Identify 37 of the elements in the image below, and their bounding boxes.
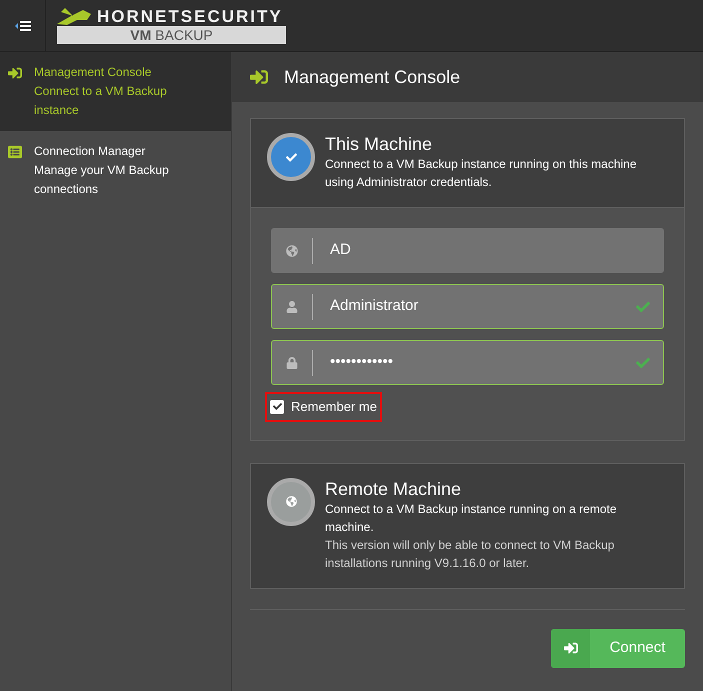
item-subtitle: Connect to a VM Backup instance [34, 83, 168, 119]
field-value: •••••••••••• [330, 352, 394, 372]
globe-icon [286, 244, 298, 256]
sidebar-item[interactable]: Management Console Connect to a VM Backup instance [0, 52, 231, 131]
check-icon [286, 152, 296, 162]
field-value: AD [330, 240, 352, 260]
check-icon [272, 402, 282, 412]
input-field[interactable]: Administrator [271, 284, 664, 329]
item-title: Management Console [34, 64, 152, 81]
field-value: Administrator [330, 296, 420, 316]
hornet-icon [57, 8, 91, 26]
globe-icon [286, 496, 296, 507]
valid-check-icon [636, 300, 650, 314]
item-subtitle: Manage your VM Backup connections [34, 162, 170, 198]
lock-icon [286, 356, 298, 368]
valid-check-icon [636, 356, 650, 370]
machine-card[interactable]: This Machine Connect to a VM Backup instance running on this machine using Administrator credentials. AD Administrator •••••••••••• Remember me [250, 118, 685, 440]
list-icon [8, 145, 22, 159]
checkbox[interactable] [270, 400, 284, 414]
input-field[interactable]: AD [271, 228, 664, 273]
machine-description: This version will only be able to connect to VM Backup installations running V9.1.16.0 or later. [325, 536, 616, 572]
machine-title: Remote Machine [325, 478, 462, 500]
machine-description: Connect to a VM Backup instance running on a remote machine. [325, 500, 618, 536]
sign-in-icon [250, 68, 268, 86]
sign-in-icon [8, 66, 22, 80]
product-name: VM BACKUP [57, 26, 286, 44]
brand-name: HORNETSECURITY [97, 8, 283, 26]
machine-description: Connect to a VM Backup instance running on this machine using Administrator credentials. [325, 156, 638, 191]
menu-icon [14, 20, 30, 32]
item-title: Connection Manager [34, 143, 146, 160]
sign-in-icon [564, 641, 578, 655]
user-icon [286, 300, 298, 312]
machine-card[interactable]: Remote Machine Connect to a VM Backup instance running on a remote machine. This version will only be able to connect to VM Backup installations running V9.1.16.0 or later. [250, 462, 685, 588]
page-title: Management Console [284, 66, 460, 89]
machine-title: This Machine [325, 133, 434, 155]
remember-checkbox[interactable]: Remember me [265, 392, 382, 422]
input-field[interactable]: •••••••••••• [271, 340, 664, 385]
